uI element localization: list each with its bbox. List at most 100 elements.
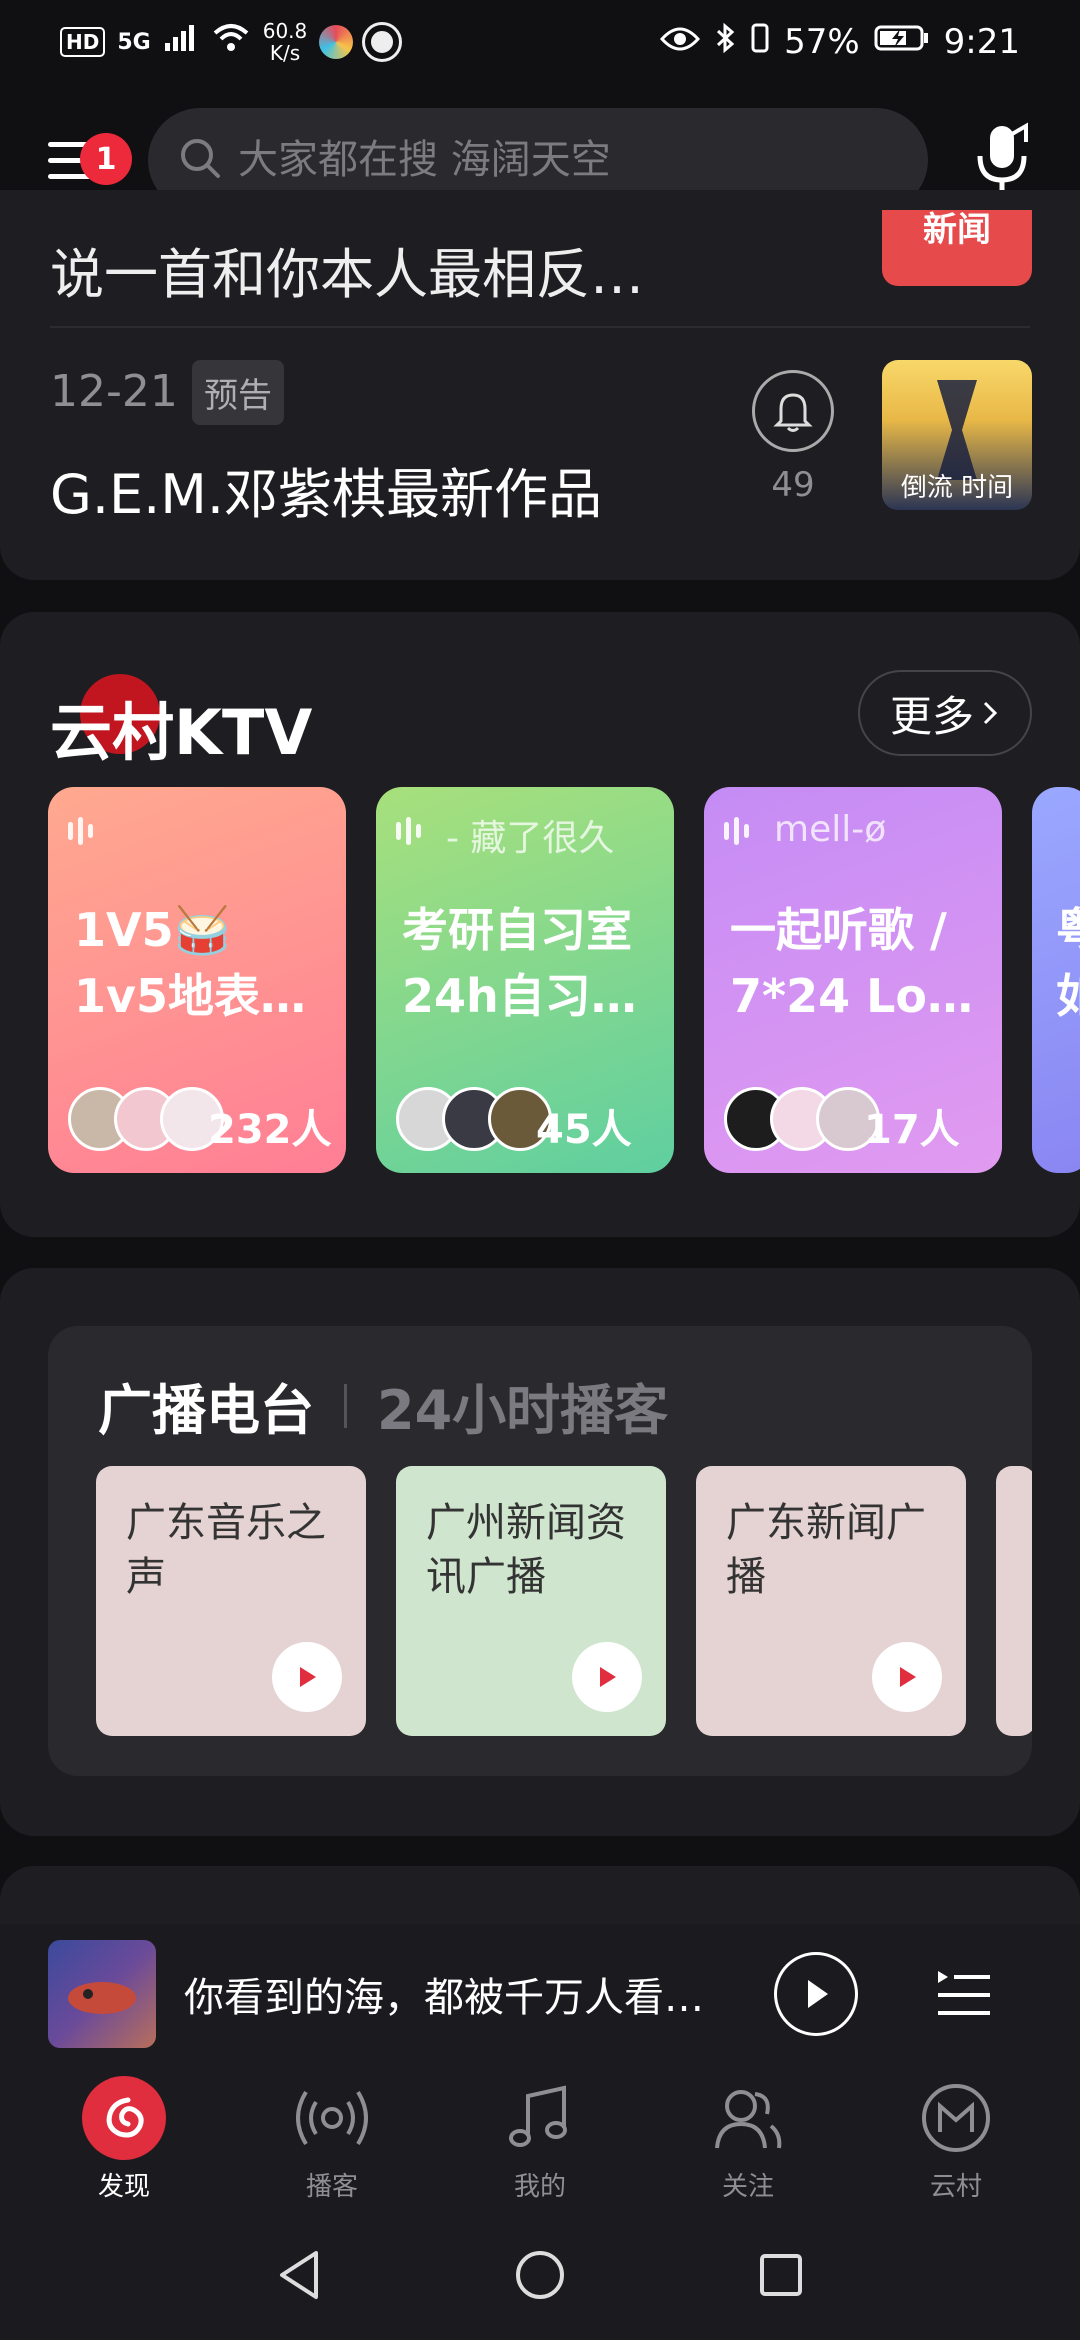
back-icon[interactable] bbox=[274, 2247, 324, 2307]
status-bar: HD 5G 60.8 K/s 57% 9:21 bbox=[0, 0, 1080, 84]
news-thumbnail[interactable]: 新闻 bbox=[882, 210, 1032, 286]
room-title: 1V5🥁 1v5地表… bbox=[74, 903, 306, 1023]
room-member-count: 232人 bbox=[208, 1107, 332, 1153]
search-icon bbox=[178, 136, 222, 184]
station-name: 广东音乐之声 bbox=[126, 1500, 326, 1600]
system-navigation-bar bbox=[0, 2214, 1080, 2340]
tab-follow[interactable]: 关注 bbox=[658, 2076, 838, 2203]
album-title: 倒流 时间 bbox=[900, 473, 1014, 503]
section-title: 云村KTV bbox=[50, 696, 313, 769]
netease-logo-icon bbox=[82, 2075, 166, 2160]
room-marquee: - 藏了很久 bbox=[446, 818, 615, 859]
room-avatars bbox=[68, 1087, 224, 1151]
subscriber-count: 49 bbox=[771, 465, 815, 505]
station-card[interactable]: 广东新闻广播 bbox=[696, 1466, 966, 1736]
menu-badge: 1 bbox=[80, 133, 132, 185]
ktv-room-card[interactable]: 粤 如 bbox=[1032, 787, 1080, 1173]
tab-podcast[interactable]: 24小时播客 bbox=[377, 1366, 668, 1445]
menu-button[interactable]: 1 bbox=[40, 125, 132, 195]
signal-label: 5G bbox=[117, 29, 151, 55]
play-icon bbox=[808, 1980, 828, 2008]
play-button[interactable] bbox=[272, 1642, 342, 1712]
album-cover[interactable]: 倒流 时间 bbox=[882, 360, 1032, 510]
tab-podcast[interactable]: 播客 bbox=[242, 2076, 422, 2203]
now-playing-title[interactable]: 你看到的海，都被千万人看… bbox=[184, 1965, 744, 2023]
voice-search-icon[interactable] bbox=[968, 120, 1038, 200]
broadcast-icon bbox=[290, 2076, 374, 2160]
room-title: 考研自习室 24h自习… bbox=[402, 903, 637, 1023]
tab-separator bbox=[344, 1383, 347, 1428]
station-card[interactable]: 广州新闻资讯广播 bbox=[396, 1466, 666, 1736]
home-icon[interactable] bbox=[512, 2247, 568, 2307]
ktv-section: 云村KTV 更多 1V5🥁 1v5地表… 232人 - 藏了很久 考研自习室 2… bbox=[0, 612, 1080, 1237]
audio-wave-icon bbox=[396, 817, 421, 845]
bluetooth-icon bbox=[714, 22, 736, 63]
search-input[interactable] bbox=[238, 137, 858, 183]
play-button[interactable] bbox=[872, 1642, 942, 1712]
release-date: 12-21 bbox=[50, 366, 178, 417]
station-card[interactable] bbox=[996, 1466, 1032, 1736]
tab-my-music[interactable]: 我的 bbox=[450, 2076, 630, 2203]
tab-radio[interactable]: 广播电台 bbox=[98, 1366, 314, 1445]
hd-indicator: HD bbox=[60, 27, 106, 57]
tab-label: 云村 bbox=[929, 2171, 982, 2202]
tab-discover[interactable]: 发现 bbox=[34, 2075, 214, 2203]
room-title: 粤 如 bbox=[1056, 903, 1080, 1023]
room-avatars bbox=[396, 1087, 552, 1151]
chevron-right-icon bbox=[983, 701, 998, 725]
recent-apps-icon[interactable] bbox=[756, 2250, 806, 2304]
ktv-room-card[interactable]: - 藏了很久 考研自习室 24h自习… 45人 bbox=[376, 787, 674, 1173]
room-marquee: mell-ø bbox=[774, 809, 887, 850]
mini-player[interactable]: 你看到的海，都被千万人看… bbox=[0, 1924, 1080, 2064]
subscribe-bell-button[interactable] bbox=[752, 370, 834, 452]
play-icon bbox=[300, 1667, 316, 1687]
station-name: 广州新闻资讯广播 bbox=[426, 1500, 626, 1600]
release-title[interactable]: G.E.M.邓紫棋最新作品 bbox=[50, 450, 602, 529]
now-playing-cover[interactable] bbox=[48, 1940, 156, 2048]
play-icon bbox=[900, 1667, 916, 1687]
battery-percent: 57% bbox=[784, 22, 860, 62]
play-pause-button[interactable] bbox=[774, 1952, 858, 2036]
play-button[interactable] bbox=[572, 1642, 642, 1712]
more-button[interactable]: 更多 bbox=[858, 670, 1032, 756]
radio-tabs: 广播电台 24小时播客 bbox=[98, 1366, 668, 1445]
room-member-count: 45人 bbox=[536, 1107, 632, 1153]
preview-tag: 预告 bbox=[192, 360, 284, 425]
bottom-tab-bar: 发现 播客 我的 关注 云村 bbox=[0, 2064, 1080, 2214]
tab-label: 播客 bbox=[305, 2171, 358, 2202]
ktv-room-card[interactable]: mell-ø 一起听歌 / 7*24 Lo… 17人 bbox=[704, 787, 1002, 1173]
audio-wave-icon bbox=[724, 817, 749, 845]
room-member-count: 17人 bbox=[864, 1107, 960, 1153]
tab-label: 关注 bbox=[721, 2171, 774, 2202]
tab-label: 发现 bbox=[97, 2171, 150, 2202]
cloud-village-icon bbox=[914, 2076, 998, 2160]
playlist-icon[interactable] bbox=[934, 1965, 992, 2023]
eye-icon bbox=[660, 22, 701, 62]
news-item-title[interactable]: 说一首和你本人最相反… bbox=[50, 230, 644, 309]
radio-panel: 广播电台 24小时播客 广东音乐之声 广州新闻资讯广播 广东新闻广播 bbox=[48, 1326, 1032, 1776]
station-name: 广东新闻广播 bbox=[726, 1500, 926, 1600]
station-list: 广东音乐之声 广州新闻资讯广播 广东新闻广播 bbox=[96, 1466, 1032, 1736]
audio-wave-icon bbox=[68, 817, 93, 845]
net-speed: 60.8 K/s bbox=[262, 19, 308, 65]
station-card[interactable]: 广东音乐之声 bbox=[96, 1466, 366, 1736]
wifi-icon bbox=[211, 22, 251, 62]
divider bbox=[50, 326, 1030, 328]
users-icon bbox=[706, 2076, 790, 2160]
radio-section: 广播电台 24小时播客 广东音乐之声 广州新闻资讯广播 广东新闻广播 bbox=[0, 1268, 1080, 1836]
ktv-room-list: 1V5🥁 1v5地表… 232人 - 藏了很久 考研自习室 24h自习… 45人… bbox=[48, 787, 1080, 1173]
ktv-room-card[interactable]: 1V5🥁 1v5地表… 232人 bbox=[48, 787, 346, 1173]
app-notification-icon bbox=[319, 25, 354, 59]
signal-bars-icon bbox=[163, 22, 199, 62]
vibrate-icon bbox=[750, 22, 770, 63]
music-note-icon bbox=[498, 2076, 582, 2160]
room-title: 一起听歌 / 7*24 Lo… bbox=[730, 903, 974, 1023]
tab-label: 我的 bbox=[513, 2171, 566, 2202]
fish-artwork bbox=[68, 1982, 136, 2014]
news-card: 说一首和你本人最相反… 新闻 12-21 预告 G.E.M.邓紫棋最新作品 49… bbox=[0, 190, 1080, 580]
clock: 9:21 bbox=[943, 22, 1020, 62]
play-icon bbox=[600, 1667, 616, 1687]
bell-icon bbox=[773, 393, 813, 432]
tab-cloud-village[interactable]: 云村 bbox=[866, 2076, 1046, 2203]
room-avatars bbox=[724, 1087, 880, 1151]
